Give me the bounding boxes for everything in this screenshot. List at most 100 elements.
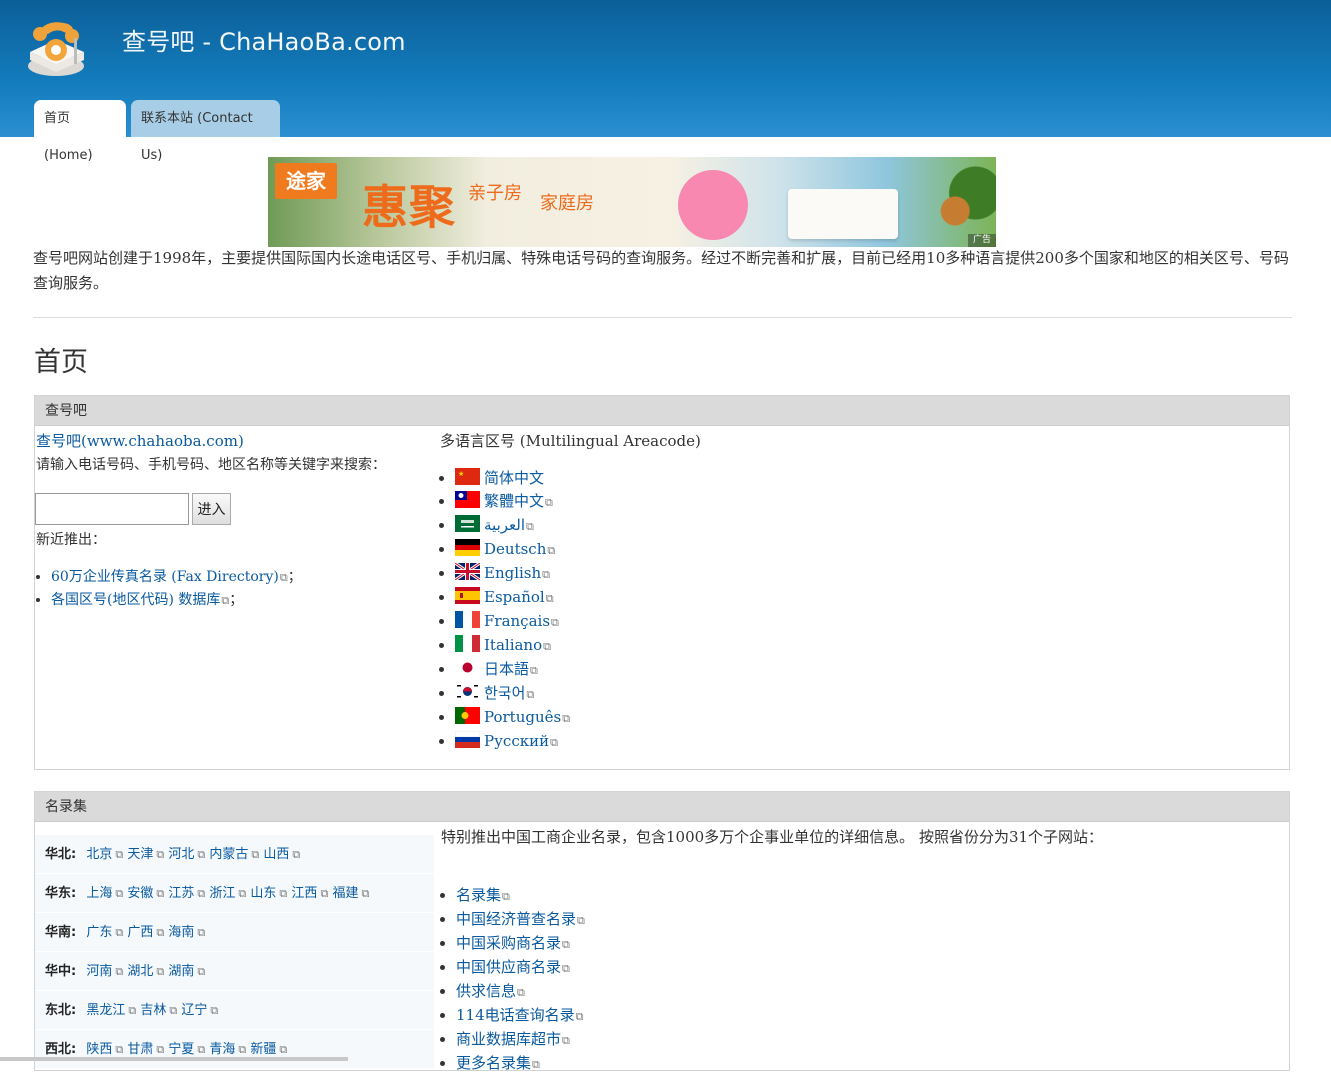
- region-link[interactable]: 广东: [86, 925, 112, 940]
- uk-flag-icon: [455, 563, 480, 580]
- external-link-icon: ⧉: [169, 1004, 178, 1017]
- region-link[interactable]: 吉林: [140, 1003, 166, 1018]
- region-link[interactable]: 天津: [127, 847, 153, 862]
- external-link-icon: ⧉: [156, 887, 165, 900]
- site-name[interactable]: 查号吧 - ChaHaoBa.com: [122, 22, 406, 57]
- region-link[interactable]: 江苏: [168, 886, 194, 901]
- areacode-database-link[interactable]: 各国区号(地区代码) 数据库: [51, 592, 220, 608]
- region-link[interactable]: 江西: [291, 886, 317, 901]
- ad-pink-circle: [678, 170, 748, 240]
- language-item: ★ 简体中文: [455, 467, 570, 490]
- region-link[interactable]: 福建: [332, 886, 358, 901]
- region-link[interactable]: 北京: [86, 847, 112, 862]
- language-item: العربية⧉: [455, 514, 570, 538]
- language-link-de[interactable]: Deutsch: [484, 540, 546, 558]
- list-item: 114电话查询名录⧉: [456, 1004, 585, 1028]
- external-link-icon: ⧉: [562, 1034, 570, 1047]
- ad-banner[interactable]: 途家 惠聚 亲子房 家庭房 广告: [268, 157, 996, 247]
- directory-link[interactable]: 商业数据库超市: [456, 1030, 561, 1048]
- region-name: 西北:: [45, 1042, 77, 1057]
- directory-link[interactable]: 名录集: [456, 886, 501, 904]
- italy-flag-icon: [455, 635, 480, 652]
- external-link-icon: ⧉: [197, 848, 206, 861]
- language-link-en[interactable]: English: [484, 564, 541, 582]
- region-link[interactable]: 宁夏: [168, 1042, 194, 1057]
- france-flag-icon: [455, 611, 480, 628]
- region-link[interactable]: 湖南: [168, 964, 194, 979]
- list-item: 中国经济普查名录⧉: [456, 908, 585, 932]
- language-list: ★ 简体中文 繁體中文⧉ العربية⧉ Deutsch⧉ English ⧉ E…: [440, 467, 570, 754]
- tab-contact[interactable]: 联系本站 (Contact Us): [131, 100, 280, 163]
- external-link-icon: ⧉: [197, 965, 206, 978]
- home-link[interactable]: 查号吧(www.chahaoba.com): [36, 430, 244, 451]
- region-link[interactable]: 安徽: [127, 886, 153, 901]
- external-link-icon: ⧉: [562, 938, 570, 951]
- russia-flag-icon: [455, 731, 480, 748]
- directory-link[interactable]: 更多名录集: [456, 1054, 531, 1072]
- region-link[interactable]: 辽宁: [181, 1003, 207, 1018]
- japan-flag-icon: [455, 659, 480, 676]
- region-table: 华北: 北京 ⧉ 天津 ⧉ 河北 ⧉ 内蒙古 ⧉ 山西 ⧉ 华东: 上海 ⧉ 安徽 ⧉ 江苏 ⧉…: [35, 835, 434, 1069]
- language-link-it[interactable]: Italiano: [484, 636, 542, 654]
- region-link[interactable]: 上海: [86, 886, 112, 901]
- region-link[interactable]: 广西: [127, 925, 153, 940]
- language-link-zh-hant[interactable]: 繁體中文: [484, 492, 544, 510]
- region-link[interactable]: 山西: [263, 847, 289, 862]
- telephone-logo-icon[interactable]: [26, 16, 92, 78]
- tab-home[interactable]: 首页 (Home): [34, 100, 126, 163]
- external-link-icon: ⧉: [279, 1043, 288, 1056]
- list-item: 中国供应商名录⧉: [456, 956, 585, 980]
- directory-panel: 名录集 华北: 北京 ⧉ 天津 ⧉ 河北 ⧉ 内蒙古 ⧉ 山西 ⧉ 华东: 上海 ⧉ 安徽 ⧉…: [34, 791, 1290, 1072]
- language-link-ko[interactable]: 한국어: [484, 684, 525, 702]
- region-link[interactable]: 海南: [168, 925, 194, 940]
- search-input[interactable]: [35, 493, 189, 525]
- language-link-ar[interactable]: العربية: [484, 516, 525, 534]
- region-link[interactable]: 青海: [209, 1042, 235, 1057]
- language-link-es[interactable]: Español: [484, 588, 545, 606]
- table-row: 西北: 陕西 ⧉ 甘肃 ⧉ 宁夏 ⧉ 青海 ⧉ 新疆 ⧉: [35, 1030, 434, 1069]
- region-link[interactable]: 山东: [250, 886, 276, 901]
- external-link-icon: ⧉: [115, 965, 124, 978]
- language-link-zh-hans[interactable]: 简体中文: [484, 469, 544, 487]
- external-link-icon: ⧉: [361, 887, 370, 900]
- chahaoba-panel: 查号吧 查号吧(www.chahaoba.com) 请输入电话号码、手机号码、地…: [34, 395, 1290, 770]
- region-link[interactable]: 内蒙古: [209, 847, 248, 862]
- region-link[interactable]: 河南: [86, 964, 112, 979]
- language-link-pt[interactable]: Português: [484, 708, 561, 726]
- ad-headline: 惠聚: [362, 180, 456, 234]
- svg-text:★: ★: [458, 470, 464, 478]
- ad-subtitle-2: 家庭房: [540, 193, 594, 214]
- region-name: 华北:: [45, 847, 77, 862]
- region-link[interactable]: 陕西: [86, 1042, 112, 1057]
- language-link-ru[interactable]: Русский: [484, 732, 549, 750]
- region-link[interactable]: 新疆: [250, 1042, 276, 1057]
- language-item: 繁體中文⧉: [455, 490, 570, 514]
- region-link[interactable]: 浙江: [209, 886, 235, 901]
- directory-link[interactable]: 中国经济普查名录: [456, 910, 576, 928]
- fax-directory-link[interactable]: 60万企业传真名录 (Fax Directory): [51, 569, 279, 585]
- external-link-icon: ⧉: [156, 1043, 165, 1056]
- search-submit-button[interactable]: 进入: [192, 493, 231, 525]
- horizontal-scrollbar[interactable]: [0, 1057, 348, 1061]
- directory-link[interactable]: 114电话查询名录: [456, 1006, 575, 1024]
- external-link-icon: ⧉: [115, 1043, 124, 1056]
- language-link-ja[interactable]: 日本語: [484, 660, 529, 678]
- external-link-icon: ⧉: [210, 1004, 219, 1017]
- region-link[interactable]: 黑龙江: [86, 1003, 125, 1018]
- external-link-icon: ⧉: [115, 848, 124, 861]
- external-link-icon: ⧉: [545, 496, 553, 509]
- directory-link[interactable]: 中国供应商名录: [456, 958, 561, 976]
- language-item: Deutsch⧉: [455, 538, 570, 562]
- region-link[interactable]: 甘肃: [127, 1042, 153, 1057]
- list-item: 各国区号(地区代码) 数据库⧉；: [51, 589, 302, 612]
- external-link-icon: ⧉: [197, 926, 206, 939]
- external-link-icon: ⧉: [577, 914, 585, 927]
- directory-link[interactable]: 供求信息: [456, 982, 516, 1000]
- directory-link[interactable]: 中国采购商名录: [456, 934, 561, 952]
- list-item: 60万企业传真名录 (Fax Directory)⧉；: [51, 566, 302, 589]
- external-link-icon: ⧉: [562, 962, 570, 975]
- language-link-fr[interactable]: Français: [484, 612, 550, 630]
- region-link[interactable]: 湖北: [127, 964, 153, 979]
- region-link[interactable]: 河北: [168, 847, 194, 862]
- language-item: Русский⧉: [455, 730, 570, 754]
